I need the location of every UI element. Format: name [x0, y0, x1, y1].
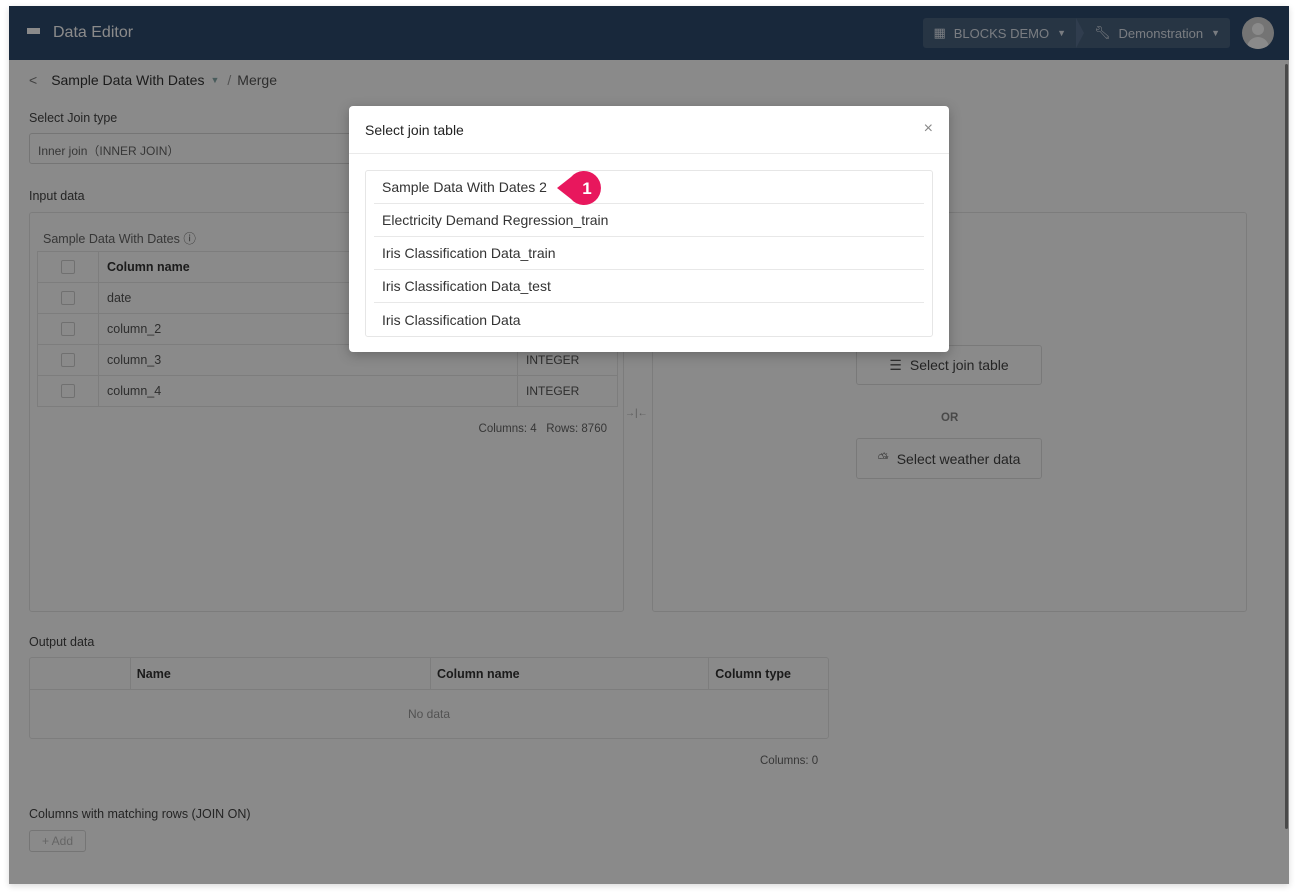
- modal-title: Select join table: [365, 121, 464, 138]
- step-marker-number: 1: [582, 179, 591, 198]
- list-item[interactable]: Sample Data With Dates 2: [374, 171, 924, 204]
- modal-header: Select join table: [349, 106, 949, 154]
- table-list: Sample Data With Dates 2 Electricity Dem…: [365, 170, 933, 337]
- list-item[interactable]: Iris Classification Data: [374, 303, 924, 336]
- list-item[interactable]: Electricity Demand Regression_train: [374, 204, 924, 237]
- select-join-table-modal: Select join table × Sample Data With Dat…: [349, 106, 949, 352]
- step-marker: 1: [557, 171, 601, 205]
- list-item[interactable]: Iris Classification Data_test: [374, 270, 924, 303]
- step-marker-shape: [557, 171, 601, 205]
- list-item[interactable]: Iris Classification Data_train: [374, 237, 924, 270]
- close-icon[interactable]: ×: [924, 120, 933, 138]
- app-window: Data Editor ▦ BLOCKS DEMO ▼ 🔧︎ Demonstra…: [9, 6, 1289, 884]
